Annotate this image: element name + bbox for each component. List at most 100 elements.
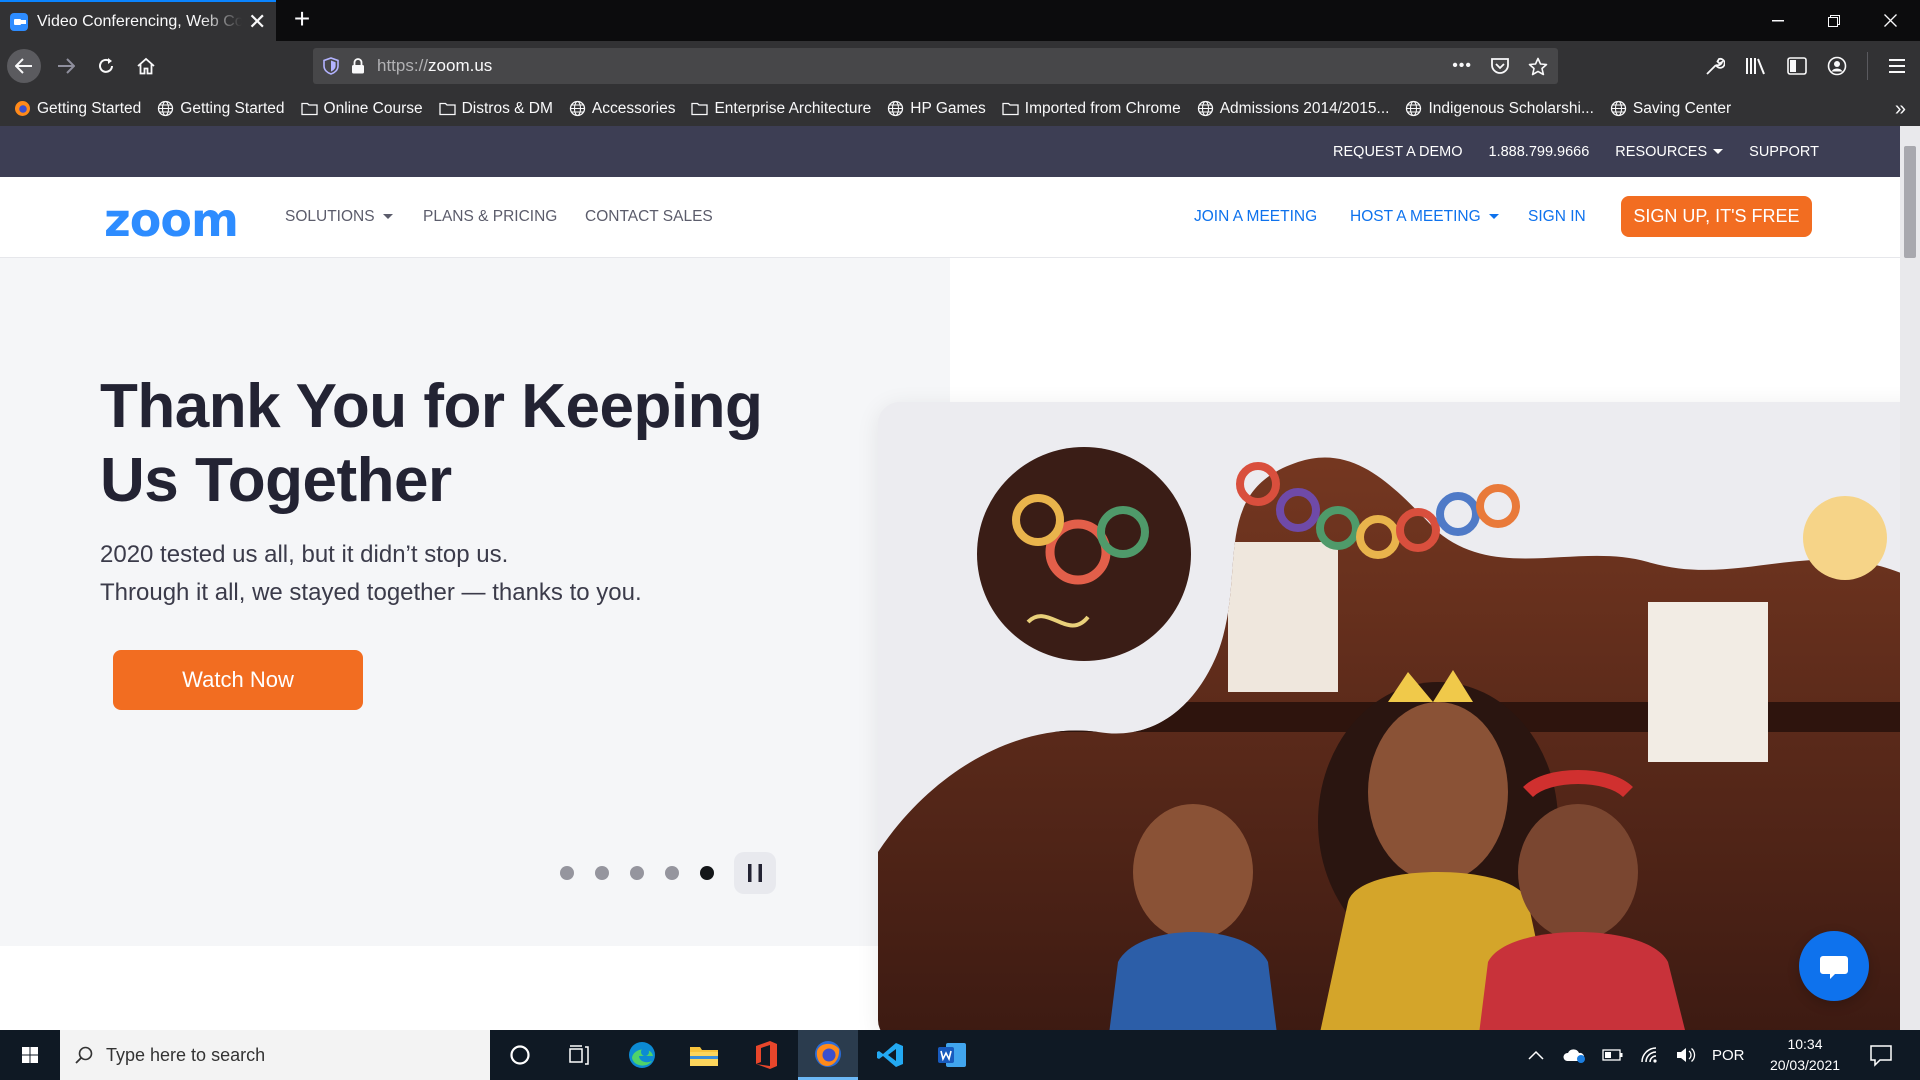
resources-dropdown[interactable]: RESOURCES	[1615, 144, 1723, 160]
globe-icon	[888, 100, 904, 117]
folder-icon	[300, 102, 318, 116]
contact-sales-link[interactable]: CONTACT SALES	[585, 208, 713, 226]
cortana-button[interactable]	[490, 1030, 550, 1080]
bookmark-label: Getting Started	[180, 99, 285, 117]
bookmark-label: Saving Center	[1632, 99, 1732, 117]
new-tab-button[interactable]: +	[288, 5, 316, 34]
firefox-app[interactable]	[798, 1030, 858, 1080]
start-button[interactable]	[0, 1030, 60, 1080]
volume-icon[interactable]	[1676, 1046, 1696, 1064]
bookmark-item[interactable]: Online Course	[300, 100, 423, 118]
bookmark-item[interactable]: Admissions 2014/2015...	[1197, 100, 1389, 118]
forward-arrow-icon	[58, 58, 75, 74]
show-hidden-icons-chevron-icon[interactable]	[1528, 1050, 1544, 1060]
zoom-logo[interactable]: zoom	[104, 193, 239, 247]
close-tab-icon[interactable]: ✕	[248, 10, 266, 32]
forward-button[interactable]	[49, 49, 83, 83]
bookmark-item[interactable]: Getting Started	[14, 100, 141, 118]
firefox-icon	[815, 1040, 841, 1067]
carousel-dot[interactable]	[560, 866, 574, 880]
page-actions-menu-icon[interactable]: •••	[1452, 57, 1472, 75]
action-center-icon[interactable]	[1868, 1042, 1894, 1068]
host-meeting-dropdown[interactable]: HOST A MEETING	[1350, 208, 1499, 226]
bookmark-item[interactable]: Saving Center	[1610, 100, 1731, 118]
join-meeting-link[interactable]: JOIN A MEETING	[1194, 208, 1317, 226]
bookmark-item[interactable]: Enterprise Architecture	[691, 100, 871, 118]
bookmarks-overflow-chevron-icon[interactable]: »	[1895, 98, 1906, 121]
bookmark-item[interactable]: Accessories	[569, 99, 676, 118]
back-arrow-icon	[15, 58, 32, 74]
bookmark-item[interactable]: Imported from Chrome	[1002, 100, 1181, 118]
carousel-dot[interactable]	[700, 866, 714, 880]
request-demo-link[interactable]: REQUEST A DEMO	[1333, 144, 1462, 160]
bookmark-item[interactable]: Getting Started	[157, 99, 285, 118]
carousel-dot[interactable]	[630, 866, 644, 880]
bookmark-item[interactable]: Distros & DM	[438, 100, 553, 118]
carousel-dot[interactable]	[595, 866, 609, 880]
tab-title: Video Conferencing, Web Conferencing, We…	[37, 12, 242, 30]
restore-button[interactable]	[1806, 0, 1862, 41]
plans-pricing-link[interactable]: PLANS & PRICING	[423, 208, 557, 226]
watch-now-button[interactable]: Watch Now	[113, 650, 363, 710]
account-icon[interactable]	[1827, 56, 1847, 76]
clock-time: 10:34	[1787, 1036, 1823, 1052]
url-text[interactable]: https://zoom.us	[377, 56, 492, 76]
close-window-button[interactable]	[1862, 0, 1918, 41]
taskbar-search-box[interactable]: Type here to search	[60, 1030, 490, 1080]
pocket-icon[interactable]	[1490, 57, 1510, 75]
sidebar-toggle-icon[interactable]	[1787, 57, 1807, 75]
scrollbar-thumb[interactable]	[1904, 146, 1916, 258]
onedrive-icon[interactable]	[1562, 1047, 1586, 1063]
hero-title: Thank You for Keeping Us Together	[100, 372, 763, 515]
edge-app[interactable]	[612, 1030, 672, 1080]
web-page: REQUEST A DEMO 1.888.799.9666 RESOURCES …	[0, 126, 1900, 1030]
cortana-icon	[510, 1045, 530, 1065]
browser-tab-active[interactable]: Video Conferencing, Web Conferencing, We…	[0, 0, 276, 41]
decorative-yellow-circle	[1803, 496, 1887, 580]
wrench-icon[interactable]	[1705, 56, 1725, 76]
solutions-dropdown[interactable]: SOLUTIONS	[285, 208, 393, 226]
back-button[interactable]	[7, 49, 41, 83]
word-app[interactable]	[922, 1030, 982, 1080]
carousel-pause-button[interactable]	[734, 852, 776, 894]
office-app[interactable]	[736, 1030, 796, 1080]
bookmark-label: HP Games	[910, 99, 986, 117]
bookmark-label: Imported from Chrome	[1024, 99, 1181, 117]
search-placeholder: Type here to search	[106, 1044, 266, 1065]
minimize-button[interactable]	[1750, 0, 1806, 41]
sign-up-button[interactable]: SIGN UP, IT'S FREE	[1621, 196, 1812, 237]
reload-button[interactable]	[89, 49, 123, 83]
tracking-protection-shield-icon[interactable]	[323, 57, 339, 75]
bookmark-item[interactable]: Indigenous Scholarshi...	[1405, 100, 1594, 118]
globe-icon	[1406, 100, 1422, 117]
zoom-favicon-icon	[10, 12, 28, 31]
home-icon	[137, 57, 155, 75]
page-scrollbar[interactable]	[1900, 126, 1920, 1030]
utility-bar: REQUEST A DEMO 1.888.799.9666 RESOURCES …	[0, 126, 1900, 177]
home-button[interactable]	[129, 49, 163, 83]
chat-bubble-icon	[1820, 956, 1848, 979]
hamburger-menu-icon[interactable]	[1888, 58, 1906, 74]
globe-icon	[158, 100, 174, 117]
chat-support-button[interactable]	[1799, 931, 1869, 1001]
support-link[interactable]: SUPPORT	[1749, 144, 1819, 160]
bookmark-star-icon[interactable]	[1528, 57, 1548, 76]
clock[interactable]: 10:34 20/03/2021	[1760, 1034, 1850, 1076]
bookmark-label: Getting Started	[37, 99, 142, 117]
file-explorer-app[interactable]	[674, 1030, 734, 1080]
lock-icon[interactable]	[351, 58, 365, 74]
battery-icon[interactable]	[1602, 1048, 1624, 1062]
bookmark-label: Enterprise Architecture	[714, 99, 872, 117]
language-indicator[interactable]: POR	[1712, 1047, 1745, 1064]
library-icon[interactable]	[1745, 56, 1767, 76]
bookmark-item[interactable]: HP Games	[887, 100, 986, 118]
hero-subtitle-line-2: Through it all, we stayed together — tha…	[100, 579, 642, 606]
bookmark-label: Accessories	[591, 99, 676, 117]
carousel-dot[interactable]	[665, 866, 679, 880]
wifi-icon[interactable]	[1640, 1046, 1660, 1064]
address-bar[interactable]: https://zoom.us •••	[313, 48, 1558, 84]
task-view-button[interactable]	[550, 1030, 610, 1080]
sign-in-link[interactable]: SIGN IN	[1528, 208, 1586, 226]
phone-number-link[interactable]: 1.888.799.9666	[1489, 144, 1590, 160]
vscode-app[interactable]	[860, 1030, 920, 1080]
